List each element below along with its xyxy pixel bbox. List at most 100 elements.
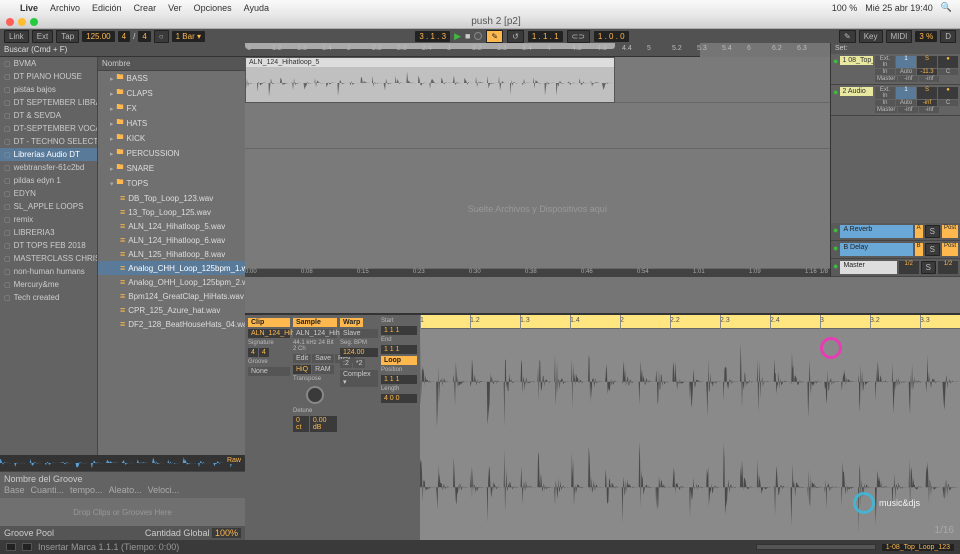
category-item[interactable]: non-human humans: [0, 265, 97, 278]
folder-item[interactable]: 🖿CLAPS: [98, 86, 245, 101]
overload-button[interactable]: D: [940, 30, 956, 43]
return-expand-icon[interactable]: ●: [833, 225, 838, 238]
master-name[interactable]: Master: [840, 261, 896, 274]
monitor[interactable]: In: [875, 100, 895, 106]
record-button[interactable]: [474, 32, 482, 40]
ram-button[interactable]: RAM: [312, 365, 334, 374]
return-b-name[interactable]: B Delay: [840, 243, 912, 256]
return-a-post[interactable]: Post: [942, 225, 958, 238]
sig-num[interactable]: 4: [248, 348, 258, 357]
file-item[interactable]: ≡Bpm124_GreatClap_HiHats.wav: [98, 289, 245, 303]
save-button[interactable]: Save: [312, 354, 334, 363]
category-item[interactable]: pildas edyn 1: [0, 174, 97, 187]
folder-item[interactable]: 🖿FX: [98, 101, 245, 116]
warp-ruler[interactable]: 11.21.31.422.22.32.433.23.33.444.24.34.4: [420, 315, 960, 329]
window-controls[interactable]: [6, 18, 38, 26]
track-activator[interactable]: ●: [833, 87, 838, 97]
detune-value[interactable]: 0 ct: [293, 416, 309, 432]
track-drop-area[interactable]: Suelte Archivos y Dispositivos aquí: [245, 149, 830, 269]
minimize-icon[interactable]: [18, 18, 26, 26]
category-item[interactable]: Librerías Audio DT: [0, 148, 97, 161]
arm-button[interactable]: ●: [938, 87, 958, 99]
file-item[interactable]: ≡13_Top_Loop_125.wav: [98, 205, 245, 219]
arrangement-pos[interactable]: 3 . 1 . 3: [415, 31, 450, 42]
mixer-track[interactable]: ● 2 Audio Ext. In1S● InAuto-infC Master-…: [831, 85, 960, 116]
menu-ver[interactable]: Ver: [168, 3, 182, 13]
spotlight-icon[interactable]: 🔍: [941, 2, 952, 13]
loop-button[interactable]: Loop: [381, 356, 417, 365]
loop-length[interactable]: 1 . 0 . 0: [594, 31, 629, 42]
warp-marker[interactable]: [420, 315, 421, 329]
link-button[interactable]: Link: [4, 30, 29, 43]
master-row[interactable]: ● Master 1/2 S 1/2: [831, 259, 960, 277]
groove-pool-label[interactable]: Groove Pool: [4, 528, 54, 538]
sig-den[interactable]: 4: [138, 31, 150, 42]
menu-archivo[interactable]: Archivo: [50, 3, 80, 13]
arrangement-timeline[interactable]: 11.21.31.422.22.32.433.23.33.444.24.34.4…: [245, 43, 700, 57]
category-item[interactable]: BVMA: [0, 57, 97, 70]
edit-button[interactable]: Edit: [293, 354, 311, 363]
length-value[interactable]: 4 0 0: [381, 394, 417, 403]
warp-marker[interactable]: [720, 315, 721, 329]
return-expand-icon[interactable]: ●: [833, 243, 838, 256]
out-routing[interactable]: Master: [875, 76, 897, 82]
file-item[interactable]: ≡CPR_125_Azure_hat.wav: [98, 303, 245, 317]
folder-item[interactable]: 🖿PERCUSSION: [98, 146, 245, 161]
category-item[interactable]: SL_APPLE LOOPS: [0, 200, 97, 213]
category-item[interactable]: DT PIANO HOUSE: [0, 70, 97, 83]
transpose-knob[interactable]: [306, 386, 324, 404]
category-item[interactable]: Mercury&me: [0, 278, 97, 291]
loop-start[interactable]: 1 . 1 . 1: [528, 31, 563, 42]
bpm-value[interactable]: 124.00: [340, 348, 378, 357]
groove-select[interactable]: None: [248, 367, 290, 376]
category-item[interactable]: MASTERCLASS CHRIS: [0, 252, 97, 265]
out-routing[interactable]: Master: [875, 107, 897, 113]
double-tempo[interactable]: *2: [353, 359, 366, 368]
warp-button[interactable]: Warp: [340, 318, 363, 327]
arrangement-clip[interactable]: ALN_124_Hihatloop_5: [245, 57, 615, 103]
category-item[interactable]: pistas bajos: [0, 83, 97, 96]
folder-item[interactable]: 🖿BASS: [98, 71, 245, 86]
folder-item[interactable]: 🖿HATS: [98, 116, 245, 131]
files-header[interactable]: Nombre: [98, 57, 245, 71]
tap-button[interactable]: Tap: [56, 30, 79, 43]
return-b-send[interactable]: B: [915, 243, 923, 256]
io-type[interactable]: Ext. In: [875, 56, 895, 68]
warp-marker[interactable]: [620, 315, 621, 329]
start-value[interactable]: 1 1 1: [381, 326, 417, 335]
gain-value[interactable]: 0.00 dB: [310, 416, 337, 432]
return-a-solo[interactable]: S: [925, 225, 940, 238]
io-type[interactable]: Ext. In: [875, 87, 895, 99]
master-expand-icon[interactable]: ●: [833, 261, 838, 274]
midi-map-button[interactable]: MIDI: [886, 30, 913, 43]
category-item[interactable]: DT - TECHNO SELECT -: [0, 135, 97, 148]
quantize-menu[interactable]: 1 Bar ▾: [172, 31, 205, 42]
category-item[interactable]: DT SEPTEMBER LIBRAR: [0, 96, 97, 109]
file-item[interactable]: ≡ALN_125_Hihatloop_8.wav: [98, 247, 245, 261]
status-clip-slot[interactable]: 1-08_Top_Loop_123: [882, 544, 954, 551]
sig-den[interactable]: 4: [259, 348, 269, 357]
return-a-name[interactable]: A Reverb: [840, 225, 912, 238]
menu-edicion[interactable]: Edición: [92, 3, 122, 13]
clip-name-box[interactable]: ALN_124_Hih: [248, 329, 290, 338]
solo-button[interactable]: S: [917, 87, 937, 99]
category-item[interactable]: remix: [0, 213, 97, 226]
loop-button[interactable]: ⊂⊃: [567, 30, 590, 43]
warp-marker[interactable]: [570, 315, 571, 329]
warp-marker[interactable]: [770, 315, 771, 329]
folder-item[interactable]: 🖿SNARE: [98, 161, 245, 176]
menu-opciones[interactable]: Opciones: [194, 3, 232, 13]
key-map-button[interactable]: Key: [859, 30, 883, 43]
file-item[interactable]: ≡DF2_128_BeatHouseHats_04.wav: [98, 317, 245, 331]
category-item[interactable]: LIBRERIA3: [0, 226, 97, 239]
arm-button[interactable]: ●: [938, 56, 958, 68]
automation-button[interactable]: ↺: [507, 30, 524, 43]
in-ch[interactable]: 1: [896, 56, 916, 68]
close-icon[interactable]: [6, 18, 14, 26]
category-item[interactable]: DT TOPS FEB 2018: [0, 239, 97, 252]
stop-button[interactable]: ■: [465, 31, 470, 41]
overdub-button[interactable]: ✎: [486, 30, 503, 43]
track-row-2[interactable]: [245, 103, 830, 149]
master-solo[interactable]: S: [921, 261, 936, 274]
warp-mode-select[interactable]: Complex ▾: [340, 370, 378, 387]
